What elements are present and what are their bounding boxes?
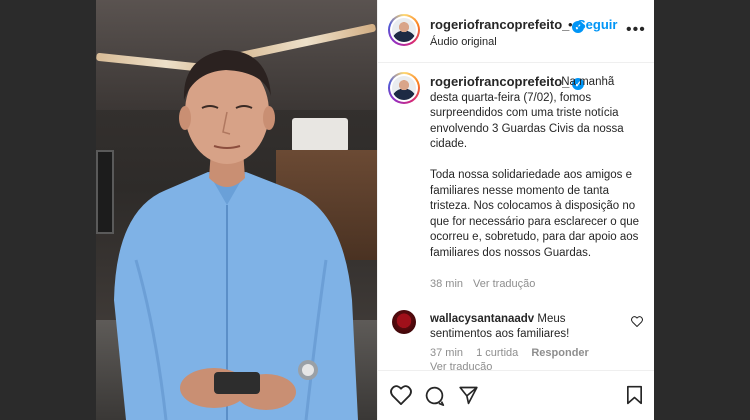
bookmark-icon[interactable] xyxy=(626,385,643,405)
comment-time[interactable]: 37 min xyxy=(430,347,463,359)
commenter-avatar[interactable] xyxy=(392,310,416,334)
post-actions-bar xyxy=(378,370,654,420)
commenter-username[interactable]: wallacysantanaadv xyxy=(430,313,534,325)
caption-time[interactable]: 38 min xyxy=(430,278,463,290)
caption-text: Na manhã desta quarta-feira (7/02), fomo… xyxy=(430,76,640,259)
comment: wallacysantanaadv Meus sentimentos aos f… xyxy=(430,312,630,342)
comment-meta: 37 min 1 curtida Responder xyxy=(430,347,589,359)
heart-icon[interactable] xyxy=(390,385,412,405)
author-avatar[interactable] xyxy=(388,14,420,46)
post-header: rogeriofrancoprefeito_ ✓ • Seguir Áudio o… xyxy=(378,0,654,63)
comment-icon[interactable] xyxy=(424,385,445,406)
author-username[interactable]: rogeriofrancoprefeito_ ✓ xyxy=(430,17,585,33)
post-caption: Na manhã desta quarta-feira (7/02), fomo… xyxy=(430,75,645,261)
audio-label[interactable]: Áudio original xyxy=(430,36,497,48)
separator-dot: • xyxy=(568,17,573,32)
comment-reply-button[interactable]: Responder xyxy=(531,347,588,359)
more-options-icon[interactable]: ••• xyxy=(626,22,646,38)
post-sidebar: rogeriofrancoprefeito_ ✓ • Seguir Áudio o… xyxy=(377,0,654,420)
caption-author-avatar[interactable] xyxy=(388,72,420,104)
share-icon[interactable] xyxy=(458,385,479,405)
post-video[interactable] xyxy=(96,0,377,420)
comment-likes[interactable]: 1 curtida xyxy=(476,347,518,359)
comment-like-heart-icon[interactable] xyxy=(631,316,643,327)
caption-translate-link[interactable]: Ver tradução xyxy=(473,278,535,290)
follow-button[interactable]: Seguir xyxy=(577,17,617,32)
video-person xyxy=(114,50,358,420)
post-modal: rogeriofrancoprefeito_ ✓ • Seguir Áudio o… xyxy=(96,0,654,420)
author-username-text[interactable]: rogeriofrancoprefeito_ xyxy=(430,17,569,32)
caption-meta: 38 min Ver tradução xyxy=(430,278,535,290)
